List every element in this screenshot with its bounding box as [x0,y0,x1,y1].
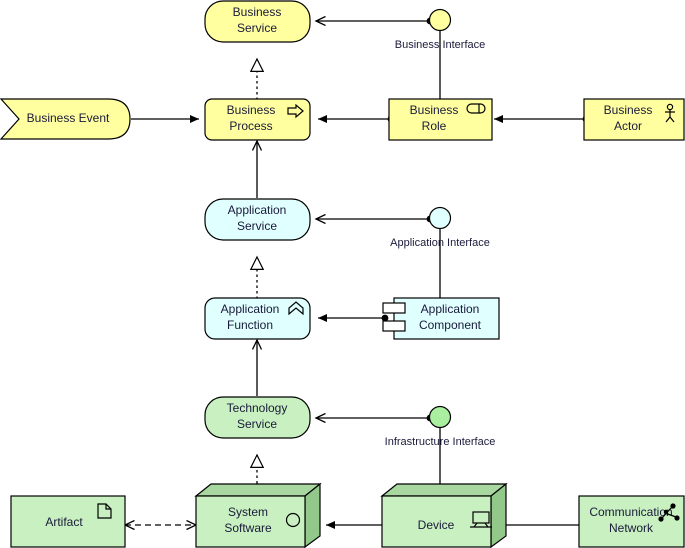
node-device[interactable]: Device [380,482,508,548]
node-business-event-label: Business Event [27,111,110,125]
archimate-diagram: Business Service Business Interface Busi… [0,0,685,548]
node-application-service-label-line2: Service [237,219,277,233]
node-application-interface[interactable] [428,206,452,230]
node-system-software[interactable]: System Software [194,482,322,548]
node-business-actor[interactable]: Business Actor [583,98,685,141]
connections-layer [125,21,590,525]
node-artifact-label: Artifact [45,515,83,529]
node-business-process-label-line2: Process [229,119,272,133]
node-business-interface-label: Business Interface [395,39,486,51]
node-application-component-label-line2: Component [419,318,482,332]
node-application-service-label-line1: Application [228,203,287,217]
node-technology-service[interactable]: Technology Service [204,396,311,439]
node-business-role-label-line1: Business [410,103,459,117]
node-system-software-label-line2: Software [224,521,272,535]
node-business-process-label-line1: Business [227,103,276,117]
node-application-function-label-line1: Application [221,302,280,316]
node-communication-network[interactable]: Communication Network [578,495,685,548]
node-application-interface-label: Application Interface [390,237,490,249]
node-technology-service-label-line2: Service [237,417,277,431]
node-business-role[interactable]: Business Role [388,98,493,141]
node-technology-service-label-line1: Technology [227,401,288,415]
node-business-service-label-line1: Business [233,5,282,19]
node-business-interface[interactable] [428,8,452,32]
node-business-event[interactable]: Business Event [0,98,131,140]
node-infrastructure-interface-label: Infrastructure Interface [385,436,496,448]
node-application-component[interactable]: Application Component [382,297,500,340]
diagram-canvas: Business Service Business Interface Busi… [0,0,685,548]
node-device-label: Device [418,518,455,532]
node-application-function[interactable]: Application Function [204,297,311,340]
node-application-component-label-line1: Application [421,302,480,316]
node-artifact[interactable]: Artifact [10,495,126,548]
node-infrastructure-interface[interactable] [428,405,452,429]
node-business-role-label-line2: Role [422,119,447,133]
node-business-service-label-line2: Service [237,21,277,35]
node-communication-network-label-line2: Network [609,521,654,535]
node-business-actor-label-line1: Business [604,103,653,117]
node-business-actor-label-line2: Actor [614,119,642,133]
node-business-service[interactable]: Business Service [204,0,311,43]
node-system-software-label-line1: System [228,505,268,519]
node-business-process[interactable]: Business Process [204,98,311,141]
node-application-service[interactable]: Application Service [204,198,311,241]
node-application-function-label-line2: Function [227,318,273,332]
